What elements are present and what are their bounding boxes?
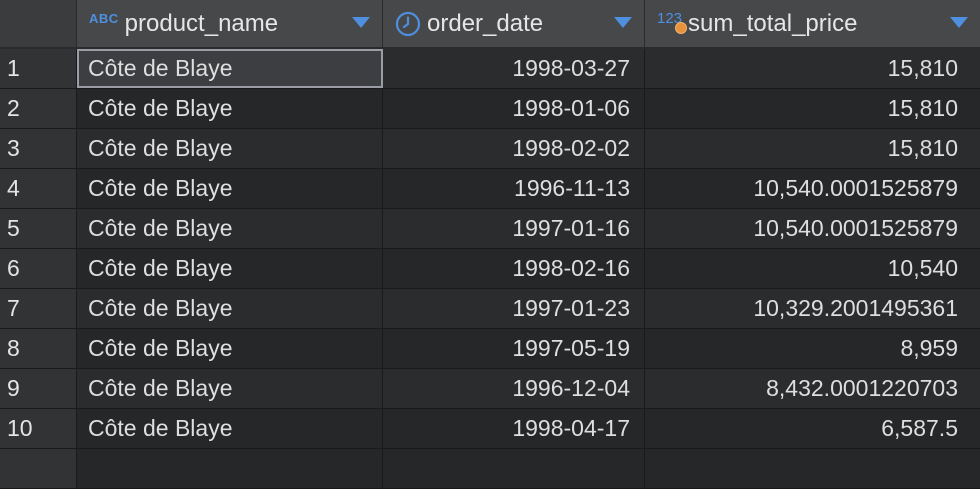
cell-order-date[interactable]: 1996-12-04 xyxy=(383,369,645,408)
number-type-icon: 123 xyxy=(657,10,687,34)
empty-cell xyxy=(77,449,383,488)
cell-product-name[interactable]: Côte de Blaye xyxy=(77,249,383,288)
table-row[interactable]: 6 Côte de Blaye 1998-02-16 10,540 xyxy=(0,249,980,289)
cell-product-name[interactable]: Côte de Blaye xyxy=(77,169,383,208)
cell-sum-total-price[interactable]: 15,810 xyxy=(645,49,980,88)
table-row[interactable]: 1 Côte de Blaye 1998-03-27 15,810 xyxy=(0,49,980,89)
text-type-icon: ABC xyxy=(89,11,119,26)
cell-product-name[interactable]: Côte de Blaye xyxy=(77,49,383,88)
row-number[interactable]: 10 xyxy=(0,409,77,448)
row-number[interactable]: 4 xyxy=(0,169,77,208)
row-number[interactable]: 7 xyxy=(0,289,77,328)
cell-sum-total-price[interactable]: 15,810 xyxy=(645,129,980,168)
row-number[interactable]: 6 xyxy=(0,249,77,288)
cell-product-name[interactable]: Côte de Blaye xyxy=(77,89,383,128)
clock-icon xyxy=(395,11,421,37)
chevron-down-icon[interactable] xyxy=(614,17,632,28)
table-body: 1 Côte de Blaye 1998-03-27 15,810 2 Côte… xyxy=(0,49,980,489)
cell-sum-total-price[interactable]: 8,432.0001220703 xyxy=(645,369,980,408)
empty-cell xyxy=(645,449,980,488)
column-label: sum_total_price xyxy=(688,9,858,37)
chevron-down-icon[interactable] xyxy=(352,17,370,28)
cell-product-name[interactable]: Côte de Blaye xyxy=(77,129,383,168)
cell-sum-total-price[interactable]: 10,329.2001495361 xyxy=(645,289,980,328)
column-header-product-name[interactable]: ABC product_name xyxy=(77,0,383,47)
table-row[interactable]: 10 Côte de Blaye 1998-04-17 6,587.5 xyxy=(0,409,980,449)
cell-product-name[interactable]: Côte de Blaye xyxy=(77,209,383,248)
row-number[interactable]: 3 xyxy=(0,129,77,168)
table-row[interactable]: 3 Côte de Blaye 1998-02-02 15,810 xyxy=(0,129,980,169)
cell-sum-total-price[interactable]: 10,540 xyxy=(645,249,980,288)
table-row[interactable]: 9 Côte de Blaye 1996-12-04 8,432.0001220… xyxy=(0,369,980,409)
table-row[interactable]: 2 Côte de Blaye 1998-01-06 15,810 xyxy=(0,89,980,129)
results-grid: ABC product_name order_date 123 sum_tota… xyxy=(0,0,980,489)
column-header-sum-total-price[interactable]: 123 sum_total_price xyxy=(645,0,980,47)
cell-order-date[interactable]: 1998-04-17 xyxy=(383,409,645,448)
cell-order-date[interactable]: 1998-01-06 xyxy=(383,89,645,128)
row-number[interactable]: 2 xyxy=(0,89,77,128)
cell-order-date[interactable]: 1996-11-13 xyxy=(383,169,645,208)
cell-product-name[interactable]: Côte de Blaye xyxy=(77,289,383,328)
cell-product-name[interactable]: Côte de Blaye xyxy=(77,409,383,448)
nullable-dot-icon xyxy=(675,22,687,34)
column-label: product_name xyxy=(124,9,279,37)
column-label: order_date xyxy=(427,9,544,37)
table-row[interactable]: 5 Côte de Blaye 1997-01-16 10,540.000152… xyxy=(0,209,980,249)
row-number-empty xyxy=(0,449,77,488)
table-row[interactable]: 7 Côte de Blaye 1997-01-23 10,329.200149… xyxy=(0,289,980,329)
cell-order-date[interactable]: 1997-05-19 xyxy=(383,329,645,368)
cell-product-name[interactable]: Côte de Blaye xyxy=(77,369,383,408)
row-number-header[interactable] xyxy=(0,0,77,47)
table-row[interactable]: 8 Côte de Blaye 1997-05-19 8,959 xyxy=(0,329,980,369)
column-header-row: ABC product_name order_date 123 sum_tota… xyxy=(0,0,980,49)
column-header-order-date[interactable]: order_date xyxy=(383,0,645,47)
cell-order-date[interactable]: 1998-03-27 xyxy=(383,49,645,88)
cell-sum-total-price[interactable]: 15,810 xyxy=(645,89,980,128)
row-number[interactable]: 8 xyxy=(0,329,77,368)
row-number[interactable]: 1 xyxy=(0,49,77,88)
chevron-down-icon[interactable] xyxy=(950,17,968,28)
cell-order-date[interactable]: 1997-01-23 xyxy=(383,289,645,328)
cell-sum-total-price[interactable]: 8,959 xyxy=(645,329,980,368)
cell-sum-total-price[interactable]: 6,587.5 xyxy=(645,409,980,448)
row-number[interactable]: 5 xyxy=(0,209,77,248)
cell-order-date[interactable]: 1998-02-16 xyxy=(383,249,645,288)
empty-row xyxy=(0,449,980,489)
cell-sum-total-price[interactable]: 10,540.0001525879 xyxy=(645,169,980,208)
empty-cell xyxy=(383,449,645,488)
cell-sum-total-price[interactable]: 10,540.0001525879 xyxy=(645,209,980,248)
row-number[interactable]: 9 xyxy=(0,369,77,408)
table-row[interactable]: 4 Côte de Blaye 1996-11-13 10,540.000152… xyxy=(0,169,980,209)
cell-product-name[interactable]: Côte de Blaye xyxy=(77,329,383,368)
cell-order-date[interactable]: 1998-02-02 xyxy=(383,129,645,168)
cell-order-date[interactable]: 1997-01-16 xyxy=(383,209,645,248)
